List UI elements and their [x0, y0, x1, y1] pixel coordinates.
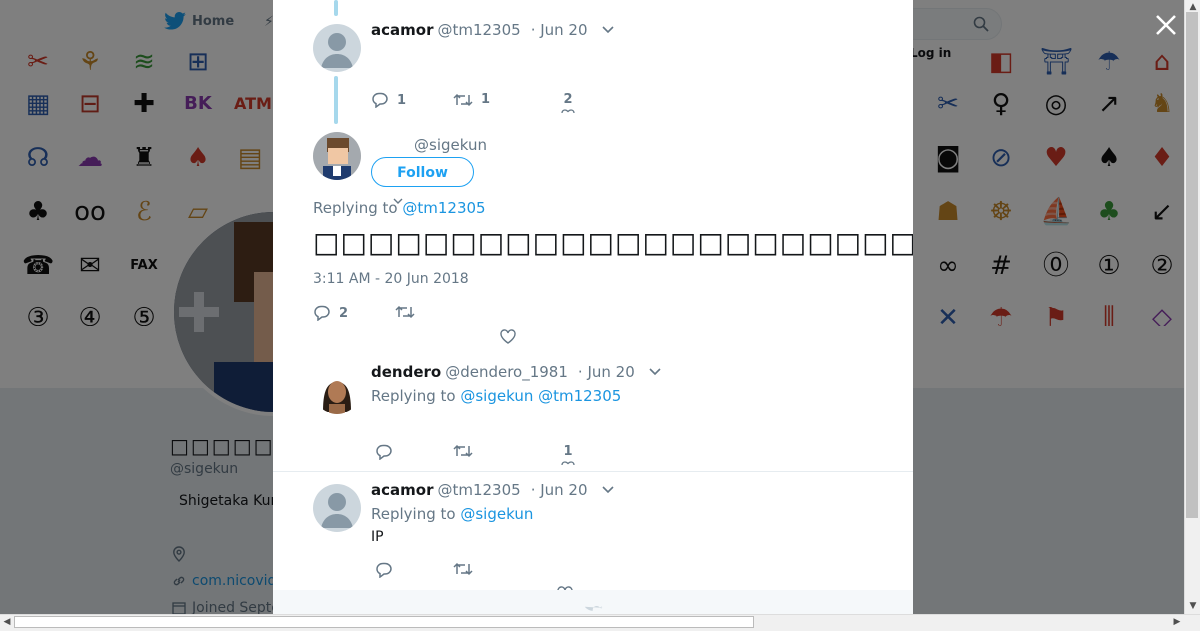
tweet-acamor-1[interactable]: acamor @tm12305 · Jun 20 1 1 2 — [273, 0, 913, 124]
author-avatar[interactable] — [313, 132, 361, 180]
reply-count: 2 — [339, 305, 349, 321]
like-action[interactable]: 1 — [561, 444, 575, 466]
tweet-header: acamor @tm12305 · Jun 20 — [371, 481, 614, 499]
caret-down-icon[interactable] — [601, 486, 614, 494]
mention-link[interactable]: @sigekun @tm12305 — [460, 387, 621, 405]
main-tweet-text: □□□□□□□□□□□□□□□□□□□□□□□□□□□□□□□□□□□□□□□□… — [313, 226, 913, 259]
reply-action[interactable]: 2 — [313, 305, 348, 321]
retweet-count: 1 — [481, 92, 491, 107]
twitter-bird-icon — [584, 606, 603, 611]
caret-down-icon[interactable] — [601, 26, 614, 34]
main-tweet-handle[interactable]: @sigekun — [414, 136, 487, 154]
main-tweet-header: @sigekun — [410, 136, 487, 154]
like-action[interactable] — [500, 329, 516, 344]
replying-to: Replying to @sigekun @tm12305 — [371, 387, 621, 405]
like-count: 1 — [563, 444, 573, 459]
retweet-icon — [395, 305, 415, 319]
like-count: 2 — [563, 92, 573, 107]
replying-to: Replying to @sigekun — [371, 505, 533, 523]
horizontal-scrollbar-thumb[interactable] — [14, 616, 754, 628]
replying-prefix: Replying to — [371, 387, 456, 405]
reply-icon — [314, 305, 330, 321]
reply-icon — [376, 444, 392, 460]
tweet-author-handle[interactable]: @tm12305 — [437, 481, 520, 499]
tweet-modal: acamor @tm12305 · Jun 20 1 1 2 @sigekun … — [273, 0, 913, 614]
reply-action[interactable]: 1 — [371, 92, 406, 108]
replying-prefix: Replying to — [371, 505, 456, 523]
tweet-actions: 1 — [371, 444, 871, 468]
reply-icon — [376, 562, 392, 578]
close-icon[interactable] — [1153, 12, 1179, 38]
like-action[interactable]: 2 — [561, 92, 575, 114]
like-icon — [500, 329, 516, 344]
thread-line — [334, 76, 338, 124]
retweet-action[interactable] — [453, 562, 473, 576]
like-icon — [561, 109, 575, 114]
retweet-action[interactable] — [395, 305, 415, 319]
default-avatar[interactable] — [313, 24, 361, 72]
follow-button[interactable]: Follow — [371, 157, 474, 187]
replying-prefix: Replying to — [313, 199, 398, 217]
tweet-author-name[interactable]: dendero — [371, 363, 441, 381]
retweet-action[interactable] — [453, 444, 473, 458]
caret-down-icon[interactable] — [649, 368, 661, 376]
tweet-actions: 1 1 2 — [371, 92, 871, 116]
scroll-down-arrow-icon[interactable]: ▼ — [1186, 599, 1200, 613]
main-replying-to: Replying to @tm12305 — [313, 199, 486, 217]
reply-count: 1 — [397, 92, 407, 108]
retweet-icon — [453, 93, 473, 106]
tweet-author-handle[interactable]: @tm12305 — [437, 21, 520, 39]
scroll-left-arrow-icon[interactable]: ◀ — [0, 615, 14, 629]
tweet-time[interactable]: · Jun 20 — [531, 481, 588, 499]
retweet-action[interactable]: 1 — [453, 92, 490, 107]
mention-link[interactable]: @tm12305 — [402, 199, 485, 217]
tweet-acamor-2[interactable]: acamor @tm12305 · Jun 20 Replying to @si… — [273, 472, 913, 601]
reply-icon — [372, 92, 388, 108]
tweet-header: acamor @tm12305 · Jun 20 — [371, 21, 614, 39]
vertical-scrollbar-thumb[interactable] — [1186, 12, 1198, 518]
main-tweet-timestamp[interactable]: 3:11 AM - 20 Jun 2018 — [313, 271, 469, 287]
default-avatar[interactable] — [313, 484, 361, 532]
tweet-time[interactable]: · Jun 20 — [531, 21, 588, 39]
scroll-up-arrow-icon[interactable]: ▲ — [1186, 0, 1200, 14]
tweet-text: IP — [371, 529, 384, 545]
tweet-dendero[interactable]: dendero @dendero_1981 · Jun 20 Replying … — [273, 352, 913, 471]
tweet-header: dendero @dendero_1981 · Jun 20 — [371, 363, 661, 381]
like-icon — [561, 461, 575, 466]
reply-action[interactable] — [375, 562, 393, 578]
retweet-icon — [453, 444, 473, 458]
tweet-author-name[interactable]: acamor — [371, 21, 433, 39]
tweet-actions — [371, 562, 871, 601]
tweet-author-name[interactable]: acamor — [371, 481, 433, 499]
scroll-right-arrow-icon[interactable]: ▶ — [1170, 615, 1184, 629]
main-tweet-actions: 2 — [313, 305, 873, 344]
retweet-icon — [453, 562, 473, 576]
tweet-author-handle[interactable]: @dendero_1981 — [445, 363, 568, 381]
tweet-time[interactable]: · Jun 20 — [578, 363, 635, 381]
reply-action[interactable] — [375, 444, 393, 460]
author-avatar[interactable] — [313, 366, 361, 414]
mention-link[interactable]: @sigekun — [460, 505, 533, 523]
